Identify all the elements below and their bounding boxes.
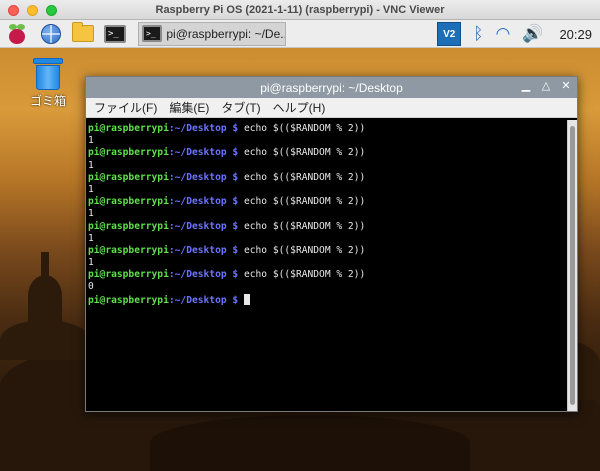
command-text: echo $(($RANDOM % 2)): [243, 171, 366, 183]
menu-file[interactable]: ファイル(F): [94, 99, 157, 116]
terminal-prompt-line: pi@raspberrypi:~/Desktop $ echo $(($RAND…: [88, 269, 565, 281]
terminal-output[interactable]: pi@raspberrypi:~/Desktop $ echo $(($RAND…: [86, 120, 567, 411]
command-output: 1: [88, 159, 94, 171]
web-browser-button[interactable]: [38, 21, 64, 47]
menu-edit[interactable]: 編集(E): [169, 99, 209, 116]
prompt-user: pi@raspberrypi: [88, 244, 169, 256]
vnc-titlebar: Raspberry Pi OS (2021-1-11) (raspberrypi…: [0, 0, 600, 20]
file-manager-button[interactable]: [70, 21, 96, 47]
terminal-launcher-button[interactable]: >_: [102, 21, 128, 47]
prompt-user: pi@raspberrypi: [88, 294, 169, 306]
prompt-user: pi@raspberrypi: [88, 220, 169, 232]
terminal-prompt-line: pi@raspberrypi:~/Desktop $ echo $(($RAND…: [88, 196, 565, 208]
command-output: 1: [88, 135, 94, 147]
terminal-prompt-line: pi@raspberrypi:~/Desktop $ echo $(($RAND…: [88, 172, 565, 184]
menu-tabs[interactable]: タブ(T): [221, 99, 260, 116]
terminal-window-controls: ▁ △ ✕: [519, 79, 573, 93]
close-window-button[interactable]: [8, 5, 19, 16]
system-tray: V2 ᛒ ◠ 🔊 20:29: [437, 20, 600, 48]
command-output: 0: [88, 281, 94, 293]
menu-help[interactable]: ヘルプ(H): [273, 99, 326, 116]
prompt-path: :~/Desktop $: [168, 123, 244, 134]
raspberry-menu-icon: [8, 23, 26, 44]
command-output: 1: [88, 183, 94, 195]
prompt-path: :~/Desktop $: [168, 294, 244, 306]
prompt-path: :~/Desktop $: [168, 244, 244, 256]
prompt-path: :~/Desktop $: [168, 220, 244, 232]
command-output: 1: [88, 208, 94, 220]
prompt-user: pi@raspberrypi: [88, 147, 169, 159]
terminal-prompt-line: pi@raspberrypi:~/Desktop $ echo $(($RAND…: [88, 245, 565, 257]
command-text: echo $(($RANDOM % 2)): [243, 269, 366, 281]
window-traffic-lights: [8, 5, 57, 16]
command-text: echo $(($RANDOM % 2)): [243, 196, 366, 208]
rpi-top-panel: >_ >_ pi@raspberrypi: ~/De... V2 ᛒ ◠ 🔊 2…: [0, 20, 600, 48]
prompt-path: :~/Desktop $: [168, 196, 244, 208]
browser-globe-icon: [41, 23, 61, 44]
prompt-path: :~/Desktop $: [168, 147, 244, 159]
minimize-icon[interactable]: ▁: [519, 79, 533, 93]
terminal-window: pi@raspberrypi: ~/Desktop ▁ △ ✕ ファイル(F) …: [85, 76, 578, 412]
minimize-window-button[interactable]: [27, 5, 38, 16]
vnc-server-icon[interactable]: V2: [437, 22, 462, 46]
scrollbar-thumb[interactable]: [570, 126, 575, 405]
taskbar-window-label: pi@raspberrypi: ~/De...: [166, 26, 285, 41]
trash-icon: [33, 58, 63, 90]
command-output: 1: [88, 232, 94, 244]
prompt-path: :~/Desktop $: [168, 269, 244, 281]
command-text: echo $(($RANDOM % 2)): [243, 123, 366, 134]
file-manager-folder-icon: [72, 22, 94, 42]
bluetooth-icon[interactable]: ᛒ: [473, 24, 483, 44]
maximize-icon[interactable]: △: [539, 79, 553, 93]
terminal-prompt-line: pi@raspberrypi:~/Desktop $ echo $(($RAND…: [88, 123, 565, 135]
terminal-titlebar[interactable]: pi@raspberrypi: ~/Desktop ▁ △ ✕: [86, 77, 577, 98]
trash-label: ゴミ箱: [29, 94, 66, 108]
prompt-user: pi@raspberrypi: [88, 269, 169, 281]
prompt-user: pi@raspberrypi: [88, 171, 169, 183]
terminal-scrollbar[interactable]: [567, 120, 577, 411]
close-icon[interactable]: ✕: [559, 79, 573, 93]
wifi-icon[interactable]: ◠: [495, 24, 510, 44]
vnc-window-title: Raspberry Pi OS (2021-1-11) (raspberrypi…: [155, 3, 445, 16]
volume-icon[interactable]: 🔊: [522, 24, 543, 44]
clock[interactable]: 20:29: [559, 27, 592, 42]
terminal-prompt-line: pi@raspberrypi:~/Desktop $ echo $(($RAND…: [88, 221, 565, 233]
terminal-menubar: ファイル(F) 編集(E) タブ(T) ヘルプ(H): [86, 98, 577, 118]
command-text: echo $(($RANDOM % 2)): [243, 147, 366, 159]
applications-menu-button[interactable]: [4, 21, 30, 47]
prompt-user: pi@raspberrypi: [88, 123, 169, 134]
command-output: 1: [88, 257, 94, 269]
taskbar-terminal-window[interactable]: >_ pi@raspberrypi: ~/De...: [138, 21, 286, 46]
prompt-path: :~/Desktop $: [168, 171, 244, 183]
terminal-icon: >_: [104, 24, 126, 43]
terminal-icon: >_: [142, 25, 163, 42]
terminal-title: pi@raspberrypi: ~/Desktop: [260, 80, 403, 95]
desktop-trash[interactable]: ゴミ箱: [24, 58, 72, 109]
command-text: echo $(($RANDOM % 2)): [243, 244, 366, 256]
command-text: echo $(($RANDOM % 2)): [243, 220, 366, 232]
text-cursor: [243, 293, 250, 305]
terminal-prompt-line: pi@raspberrypi:~/Desktop $ echo $(($RAND…: [88, 147, 565, 159]
terminal-prompt-line: pi@raspberrypi:~/Desktop $: [88, 293, 565, 306]
prompt-user: pi@raspberrypi: [88, 196, 169, 208]
zoom-window-button[interactable]: [46, 5, 57, 16]
